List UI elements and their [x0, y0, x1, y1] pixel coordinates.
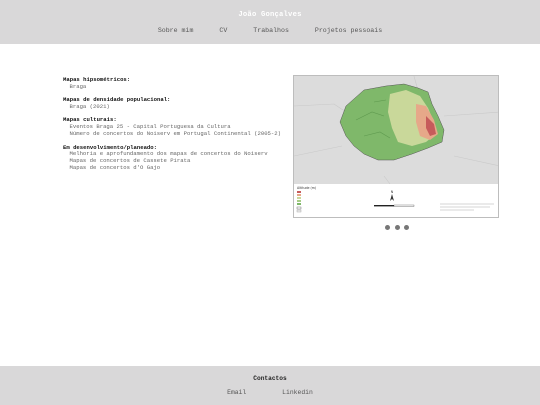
footer-links: Email Linkedin — [0, 389, 540, 396]
section-em-desenvolvimento: Em desenvolvimento/planeado: Melhoria e … — [63, 144, 293, 173]
legend-swatch — [297, 197, 301, 199]
legend-title: Altitude (m) — [297, 186, 316, 190]
projects-list: Mapas hipsométricos: Braga Mapas de dens… — [63, 76, 293, 179]
site-title[interactable]: João Gonçalves — [0, 11, 540, 19]
carousel-dot-1[interactable] — [385, 225, 390, 230]
section-hipsometricos: Mapas hipsométricos: Braga — [63, 76, 293, 91]
legend-swatch-other — [296, 209, 302, 213]
scale-bar — [393, 204, 415, 207]
project-link[interactable]: Braga (2021) — [63, 103, 293, 111]
scale-bar — [374, 205, 394, 207]
footer-title: Contactos — [253, 375, 287, 382]
header-bar: João Gonçalves Sobre mim CV Trabalhos Pr… — [0, 0, 540, 44]
carousel-dots — [385, 225, 409, 231]
legend-swatch — [297, 191, 301, 193]
email-link[interactable]: Email — [227, 389, 246, 396]
linkedin-link[interactable]: Linkedin — [282, 389, 313, 396]
nav-trabalhos[interactable]: Trabalhos — [253, 27, 289, 34]
carousel-dot-2[interactable] — [394, 225, 400, 230]
north-arrow-label: N — [391, 190, 394, 194]
planned-item: Mapas de concertos d'O Gajo — [69, 164, 161, 172]
map-legend-panel — [294, 184, 498, 217]
hypsometric-map: Altitude (m) N — [294, 76, 498, 217]
legend-swatch — [297, 194, 301, 196]
section-heading: Mapas hipsométricos: — [63, 76, 131, 83]
nav-projetos-pessoais[interactable]: Projetos pessoais — [315, 27, 382, 34]
section-culturais: Mapas culturais: Eventos Braga 25 - Capi… — [63, 117, 293, 138]
section-densidade: Mapas de densidade populacional: Braga (… — [63, 96, 293, 111]
project-link[interactable]: Braga — [63, 83, 293, 91]
nav-cv[interactable]: CV — [219, 27, 227, 34]
map-preview-image[interactable]: Altitude (m) N — [293, 75, 499, 218]
carousel-dot-3[interactable] — [404, 225, 409, 230]
main-nav: Sobre mim CV Trabalhos Projetos pessoais — [0, 27, 540, 34]
nav-sobre-mim[interactable]: Sobre mim — [158, 27, 194, 34]
legend-swatch — [297, 203, 301, 205]
legend-swatch — [297, 200, 301, 202]
project-link[interactable]: Número de concertos do Noiserv em Portug… — [63, 130, 293, 138]
footer: Contactos Email Linkedin — [0, 366, 540, 405]
